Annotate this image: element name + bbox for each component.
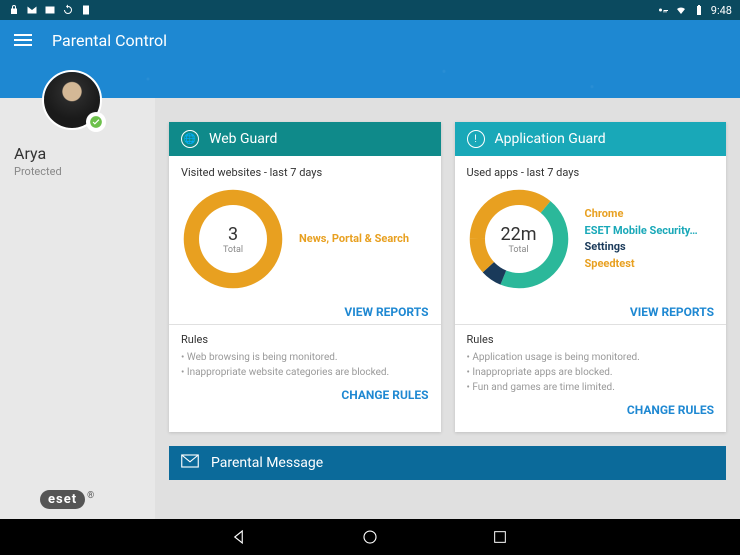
status-badge	[86, 112, 106, 132]
battery-icon	[693, 4, 705, 16]
clipboard-icon	[80, 4, 92, 16]
sidebar: Arya Protected eset ®	[0, 98, 155, 519]
legend: News, Portal & Search	[299, 231, 429, 248]
app-guard-card: ! Application Guard Used apps - last 7 d…	[455, 122, 727, 432]
change-rules-link[interactable]: CHANGE RULES	[627, 403, 714, 417]
brand-logo: eset ®	[40, 490, 94, 509]
card-subtitle: Used apps - last 7 days	[467, 166, 715, 179]
shield-icon: !	[467, 130, 485, 148]
rules-list: • Web browsing is being monitored. • Ina…	[181, 350, 429, 380]
key-icon	[657, 4, 669, 16]
card-header: ! Application Guard	[455, 122, 727, 156]
image-icon	[44, 4, 56, 16]
app-bar: Parental Control	[0, 20, 740, 60]
banner	[0, 60, 740, 98]
status-time: 9:48	[711, 4, 732, 17]
card-subtitle: Visited websites - last 7 days	[181, 166, 429, 179]
avatar[interactable]	[42, 70, 102, 130]
sync-icon	[62, 4, 74, 16]
view-reports-link[interactable]: VIEW REPORTS	[344, 305, 428, 319]
content: 🌐 Web Guard Visited websites - last 7 da…	[155, 98, 740, 519]
home-button[interactable]	[360, 527, 380, 547]
legend: Chrome ESET Mobile Security… Settings Sp…	[585, 206, 715, 272]
card-header: 🌐 Web Guard	[169, 122, 441, 156]
view-reports-link[interactable]: VIEW REPORTS	[630, 305, 714, 319]
envelope-icon	[181, 454, 199, 472]
recent-button[interactable]	[490, 527, 510, 547]
menu-button[interactable]	[14, 31, 32, 49]
change-rules-link[interactable]: CHANGE RULES	[341, 388, 428, 402]
back-button[interactable]	[230, 527, 250, 547]
lock-icon	[8, 4, 20, 16]
status-bar: 9:48	[0, 0, 740, 20]
mail-icon	[26, 4, 38, 16]
app-donut-chart: 22m Total	[467, 187, 571, 291]
wifi-icon	[675, 4, 687, 16]
globe-icon: 🌐	[181, 130, 199, 148]
rules-list: • Application usage is being monitored. …	[467, 350, 715, 395]
nav-bar	[0, 519, 740, 555]
web-donut-chart: 3 Total	[181, 187, 285, 291]
web-guard-card: 🌐 Web Guard Visited websites - last 7 da…	[169, 122, 441, 432]
parental-message-card[interactable]: Parental Message	[169, 446, 726, 480]
child-status: Protected	[14, 165, 155, 178]
child-name: Arya	[14, 144, 155, 163]
app-title: Parental Control	[52, 31, 167, 50]
